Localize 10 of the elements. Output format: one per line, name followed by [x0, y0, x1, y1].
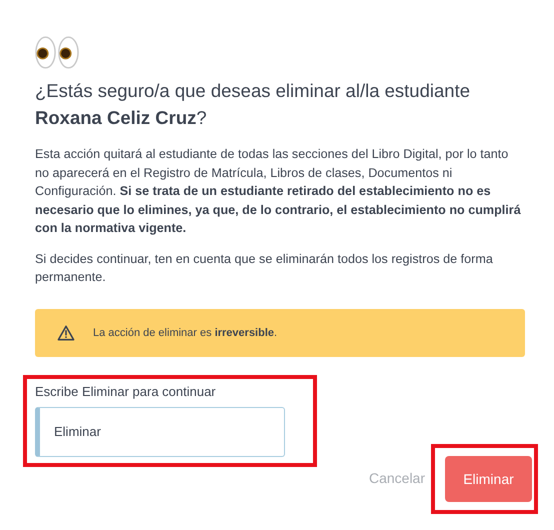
warning-icon: [57, 324, 75, 340]
paragraph: Esta acción quitará al estudiante de todas las secciones del Libro Digital, por lo tanto no aparecerá en el Registro de Matrícula, Libros de clases, Documentos ni Configuración. Si se trata de un estudiante retirado del establecimiento no es necesario que lo elimines, ya que, de lo contrario, el establecimiento no cumplirá con la normativa vigente.: [35, 146, 522, 237]
eyes-icon: [35, 36, 79, 69]
delete-button[interactable]: Eliminar: [445, 456, 532, 502]
dialog-title: ¿Estás seguro/a que deseas eliminar al/la estudiante Roxana Celiz Cruz?: [35, 79, 472, 130]
cancel-link[interactable]: Cancelar: [368, 470, 425, 486]
alert-text: La acción de eliminar es irreversible.: [93, 326, 278, 338]
field-label: Escribe Eliminar para continuar: [35, 384, 217, 398]
paragraph: Si decides continuar, ten en cuenta que se eliminarán todos los registros de forma permanente.: [35, 250, 494, 286]
confirm-input[interactable]: Eliminar: [35, 406, 285, 456]
